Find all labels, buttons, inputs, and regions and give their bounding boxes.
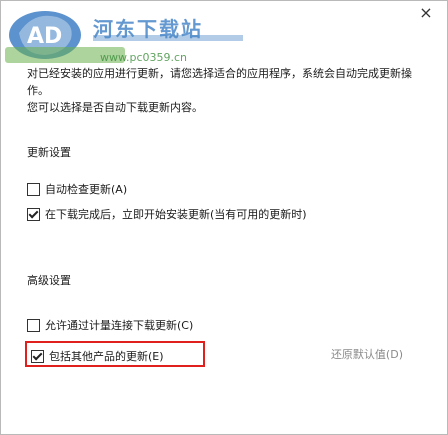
other-products-option[interactable]: 包括其他产品的更新(E) [31, 348, 164, 364]
install-after-download-option[interactable]: 在下载完成后，立即开始安装更新(当有可用的更新时) [27, 206, 307, 222]
intro-line-1: 对已经安装的应用进行更新，请您选择适合的应用程序，系统会自动完成更新操作。 [27, 67, 412, 97]
auto-check-option[interactable]: 自动检查更新(A) [27, 181, 127, 197]
restore-defaults-button[interactable]: 还原默认值(D) [331, 346, 403, 362]
intro-line-2: 您可以选择是否自动下载更新内容。 [27, 101, 203, 114]
metered-download-label: 允许通过计量连接下载更新(C) [45, 319, 194, 332]
settings-dialog: × AD 河东下载站 www.pc0359.cn 对已经安装的应用进行更新，请您… [0, 0, 448, 435]
other-products-label: 包括其他产品的更新(E) [49, 350, 164, 363]
watermark-url: www.pc0359.cn [100, 51, 188, 64]
metered-download-checkbox[interactable] [27, 318, 40, 332]
install-after-download-checkbox[interactable] [27, 207, 40, 221]
watermark-logo: AD 河东下载站 www.pc0359.cn [5, 5, 265, 67]
section-title-update: 更新设置 [27, 146, 71, 159]
svg-text:AD: AD [27, 24, 62, 49]
other-products-checkbox[interactable] [31, 349, 44, 363]
metered-download-option[interactable]: 允许通过计量连接下载更新(C) [27, 317, 193, 333]
section-title-advanced: 高级设置 [27, 274, 71, 287]
auto-check-checkbox[interactable] [27, 182, 40, 196]
intro-text: 对已经安装的应用进行更新，请您选择适合的应用程序，系统会自动完成更新操作。 您可… [27, 65, 427, 116]
auto-check-label: 自动检查更新(A) [45, 183, 128, 196]
install-after-download-label: 在下载完成后，立即开始安装更新(当有可用的更新时) [45, 208, 307, 221]
close-button[interactable]: × [415, 3, 437, 23]
watermark-title: 河东下载站 [93, 17, 203, 41]
close-icon: × [419, 3, 433, 22]
